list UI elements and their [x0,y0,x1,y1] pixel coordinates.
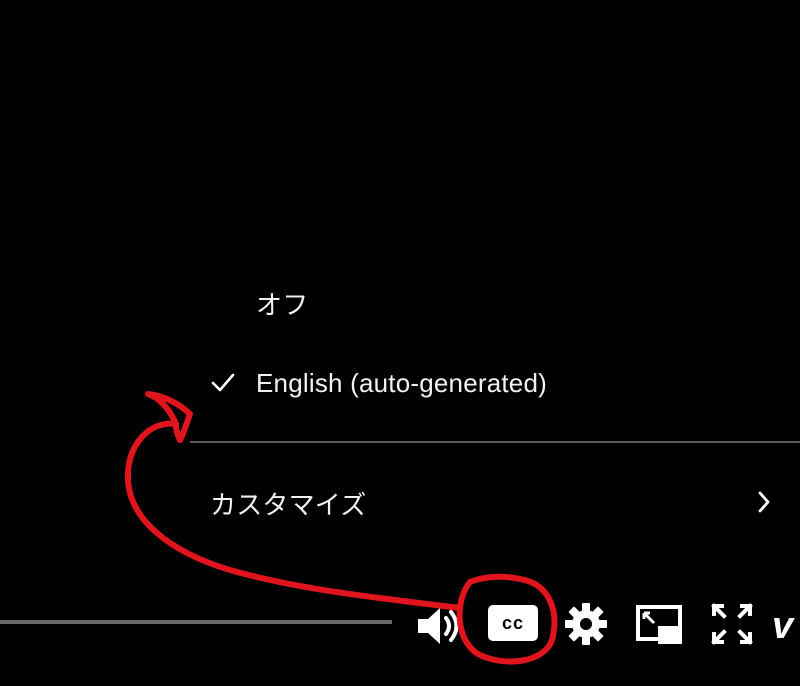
menu-divider [190,441,800,443]
chevron-right-icon [756,489,772,522]
partial-logo[interactable]: v [772,604,800,648]
fullscreen-button[interactable] [706,598,758,650]
progress-bar[interactable] [0,620,392,624]
caption-option-english-auto[interactable]: English (auto-generated) [190,365,800,401]
settings-button[interactable] [560,598,612,650]
cc-label: cc [501,612,525,633]
caption-customize-item[interactable]: カスタマイズ [190,483,800,523]
caption-option-label: English (auto-generated) [256,367,547,398]
volume-icon [418,608,459,644]
fullscreen-icon [711,603,753,645]
checkmark-icon [190,372,256,394]
miniplayer-button[interactable] [632,600,688,650]
customize-label: カスタマイズ [210,489,367,520]
cc-icon: cc [488,605,538,641]
miniplayer-icon [636,605,682,644]
captions-menu: オフ English (auto-generated) カスタマイズ [190,265,800,545]
partial-logo-text: v [772,604,794,647]
gear-icon [565,603,607,645]
volume-button[interactable] [412,600,464,652]
video-player: オフ English (auto-generated) カスタマイズ cc v [0,0,800,686]
caption-option-label: オフ [256,289,309,320]
caption-option-off[interactable]: オフ [190,285,800,321]
subtitles-cc-button[interactable]: cc [486,600,540,646]
